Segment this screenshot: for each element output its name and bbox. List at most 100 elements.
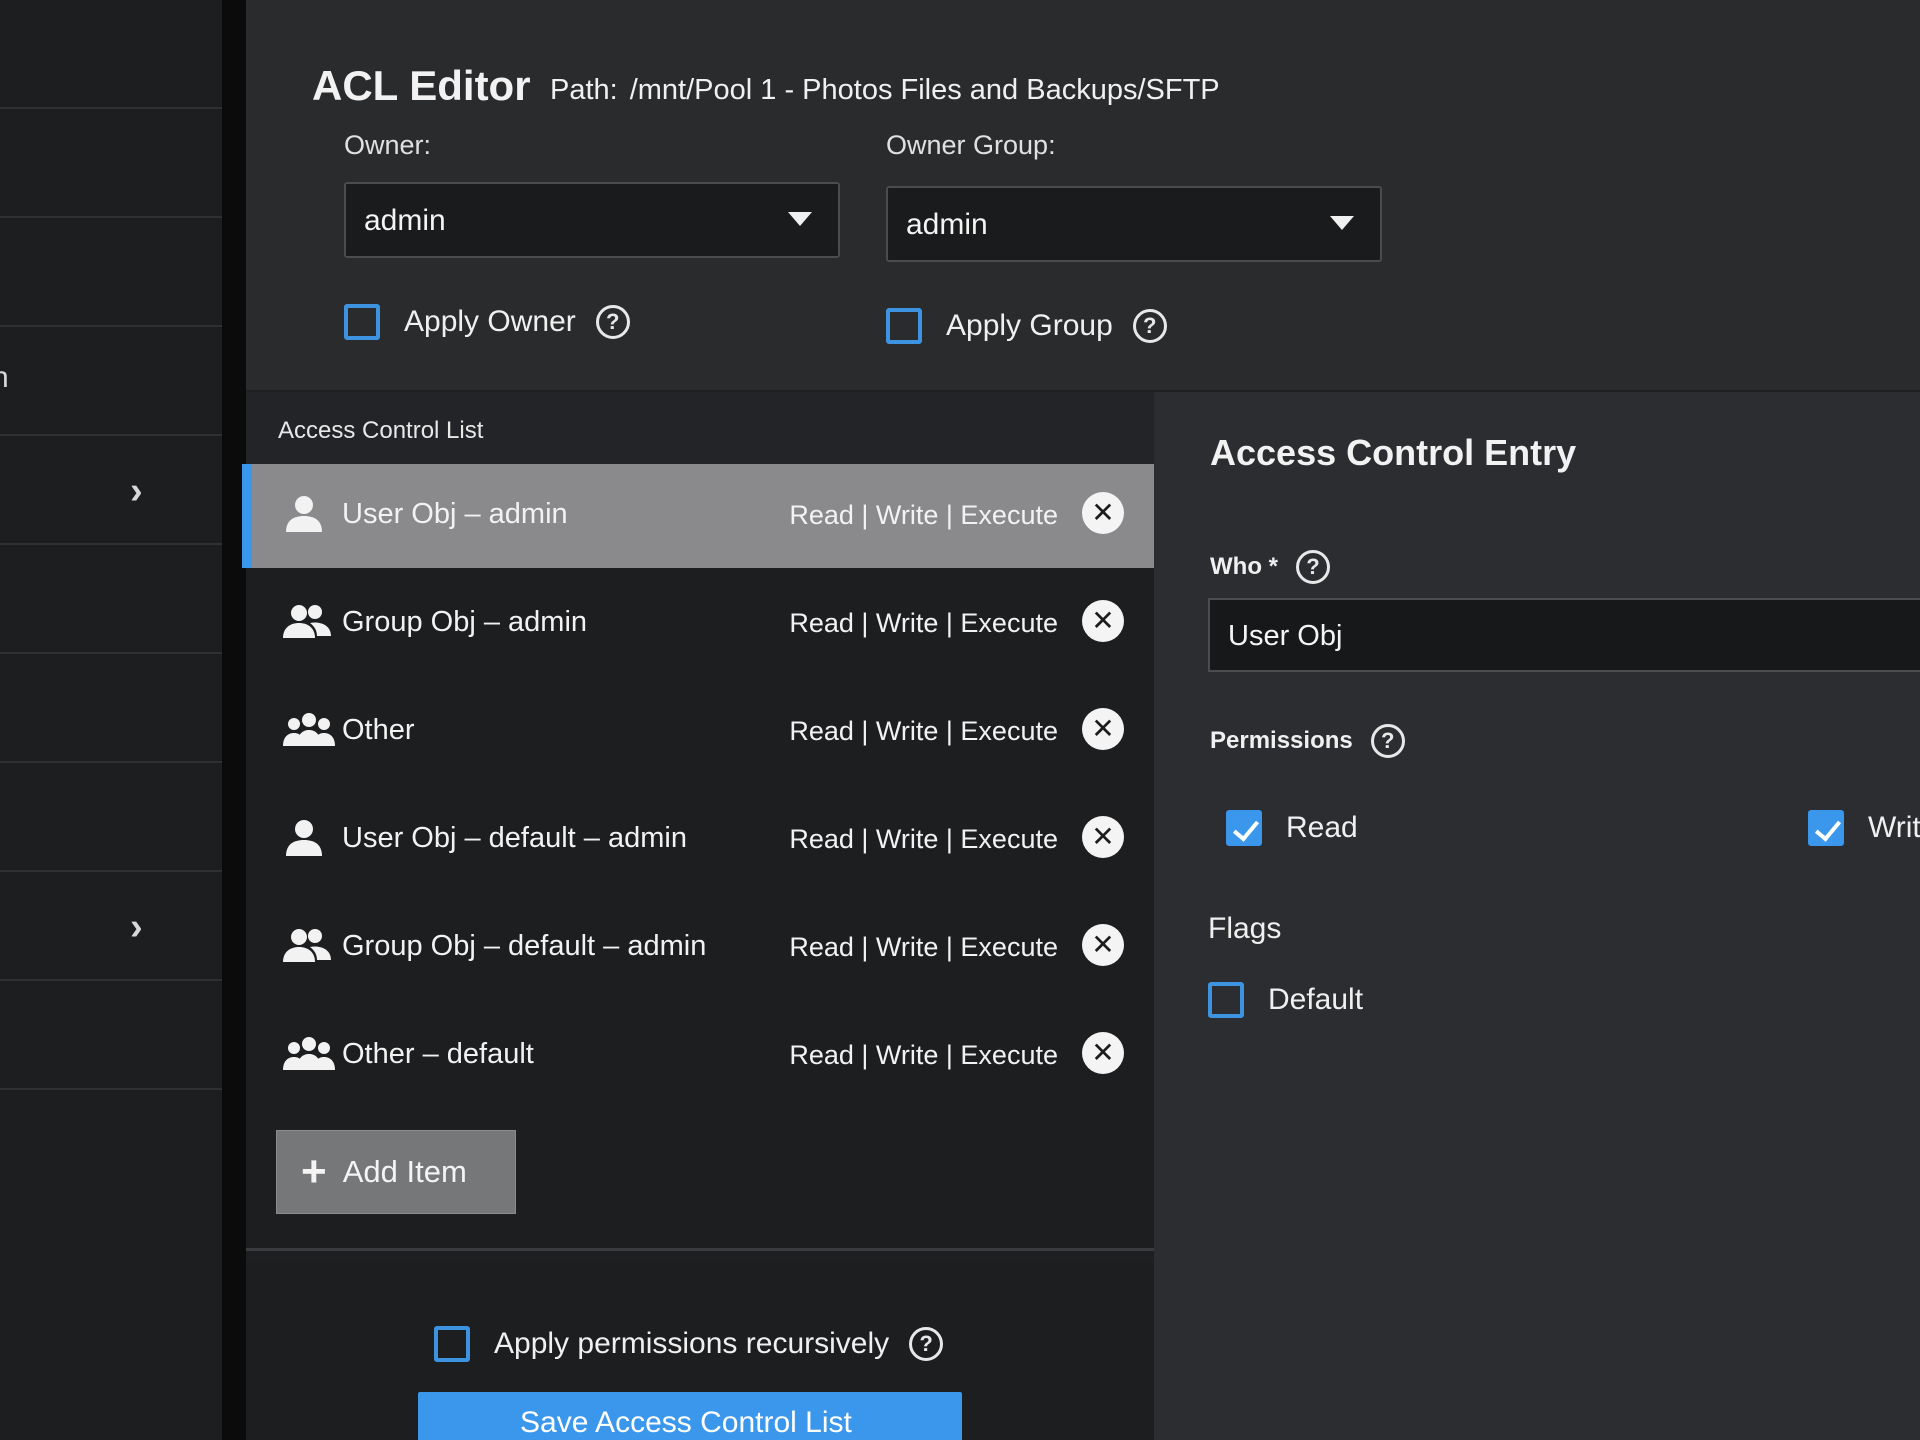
everyone-icon bbox=[282, 710, 335, 750]
perm-read-row: Read bbox=[1226, 810, 1358, 846]
owner-select[interactable]: admin bbox=[344, 182, 840, 258]
divider bbox=[246, 1248, 1154, 1251]
help-icon[interactable]: ? bbox=[1370, 724, 1405, 758]
chevron-right-icon[interactable]: › bbox=[130, 470, 143, 513]
owner-select-value: admin bbox=[364, 204, 446, 237]
remove-item-icon[interactable]: ✕ bbox=[1082, 492, 1124, 534]
caret-down-icon bbox=[1330, 216, 1354, 230]
who-value: User Obj bbox=[1228, 620, 1343, 652]
flag-default-checkbox[interactable] bbox=[1208, 982, 1244, 1018]
acl-item-permissions: Read | Write | Execute bbox=[789, 932, 1058, 962]
group-icon bbox=[282, 926, 331, 966]
who-field-label: Who * ? bbox=[1210, 550, 1330, 584]
selection-indicator bbox=[242, 464, 252, 568]
acl-item-permissions: Read | Write | Execute bbox=[789, 1040, 1058, 1070]
apply-recursive-label: Apply permissions recursively bbox=[494, 1327, 890, 1360]
ownership-panel: ACL Editor Path: /mnt/Pool 1 - Photos Fil… bbox=[246, 0, 1920, 390]
add-item-button[interactable]: + Add Item bbox=[276, 1130, 516, 1214]
owner-group-select-value: admin bbox=[906, 208, 988, 241]
access-control-entry: Access Control Entry Who * ? User Obj Pe… bbox=[1154, 392, 1920, 1440]
acl-item-name: Other bbox=[342, 714, 415, 746]
acl-item-name: Other – default bbox=[342, 1038, 534, 1070]
apply-group-checkbox[interactable] bbox=[886, 308, 922, 344]
help-icon[interactable]: ? bbox=[1295, 550, 1330, 584]
add-item-label: Add Item bbox=[342, 1154, 467, 1189]
plus-icon: + bbox=[301, 1147, 327, 1196]
user-icon bbox=[282, 818, 326, 858]
acl-item-name: Group Obj – admin bbox=[342, 606, 588, 638]
apply-owner-label: Apply Owner bbox=[404, 305, 576, 338]
caret-down-icon bbox=[788, 212, 812, 226]
nav-item-label: n bbox=[0, 361, 9, 394]
chevron-right-icon[interactable]: › bbox=[130, 906, 143, 949]
acl-item-name: User Obj – default – admin bbox=[342, 822, 687, 854]
dataset-path: Path: /mnt/Pool 1 - Photos Files and Back… bbox=[550, 74, 1220, 107]
nav-item[interactable] bbox=[0, 981, 222, 1090]
permissions-field-label: Permissions ? bbox=[1210, 724, 1405, 758]
acl-item[interactable]: User Obj – default – admin Read | Write |… bbox=[246, 788, 1154, 892]
help-icon[interactable]: ? bbox=[909, 1327, 944, 1361]
perm-write-label: Write bbox=[1868, 811, 1920, 844]
user-icon bbox=[282, 494, 326, 534]
group-icon bbox=[282, 602, 331, 642]
acl-item[interactable]: User Obj – admin Read | Write | Execute ✕ bbox=[242, 464, 1154, 568]
everyone-icon bbox=[282, 1034, 335, 1074]
perm-write-checkbox[interactable] bbox=[1808, 810, 1844, 846]
access-control-list: Access Control List User Obj – admin Read… bbox=[242, 392, 1154, 1256]
nav-item[interactable] bbox=[0, 0, 222, 109]
who-select[interactable]: User Obj bbox=[1208, 598, 1920, 672]
acl-item[interactable]: Group Obj – default – admin Read | Write … bbox=[246, 896, 1154, 1000]
acl-header: Access Control List bbox=[246, 392, 1154, 464]
remove-item-icon[interactable]: ✕ bbox=[1082, 708, 1124, 750]
acl-editor: ACL Editor Path: /mnt/Pool 1 - Photos Fil… bbox=[242, 0, 1920, 1440]
apply-owner-checkbox[interactable] bbox=[344, 304, 380, 340]
apply-recursive-checkbox[interactable] bbox=[434, 1326, 470, 1362]
acl-item-permissions: Read | Write | Execute bbox=[789, 608, 1058, 638]
remove-item-icon[interactable]: ✕ bbox=[1082, 816, 1124, 858]
permissions-label: Permissions bbox=[1210, 727, 1353, 754]
nav-item-expandable[interactable]: › bbox=[0, 436, 222, 545]
acl-item[interactable]: Group Obj – admin Read | Write | Execute ✕ bbox=[246, 572, 1154, 676]
save-acl-label: Save Access Control List bbox=[520, 1406, 852, 1439]
acl-header-title: Access Control List bbox=[278, 417, 484, 444]
save-acl-button[interactable]: Save Access Control List bbox=[418, 1392, 962, 1440]
nav-item[interactable] bbox=[0, 109, 222, 218]
side-navigation: n › › bbox=[0, 0, 222, 1440]
perm-read-checkbox[interactable] bbox=[1226, 810, 1262, 846]
page-title: ACL Editor bbox=[312, 62, 531, 109]
acl-item-permissions: Read | Write | Execute bbox=[789, 824, 1058, 854]
who-label: Who * bbox=[1210, 553, 1278, 580]
sidebar-divider bbox=[222, 0, 246, 1440]
flags-label: Flags bbox=[1208, 912, 1282, 945]
acl-item-name: Group Obj – default – admin bbox=[342, 930, 707, 962]
remove-item-icon[interactable]: ✕ bbox=[1082, 1032, 1124, 1074]
owner-group-label: Owner Group: bbox=[886, 130, 1056, 160]
acl-item-name: User Obj – admin bbox=[342, 498, 568, 530]
owner-label: Owner: bbox=[344, 130, 432, 160]
nav-item[interactable] bbox=[0, 218, 222, 327]
acl-item-permissions: Read | Write | Execute bbox=[789, 716, 1058, 746]
remove-item-icon[interactable]: ✕ bbox=[1082, 924, 1124, 966]
flag-default-label: Default bbox=[1268, 983, 1364, 1016]
nav-item[interactable] bbox=[0, 763, 222, 872]
acl-item[interactable]: Other Read | Write | Execute ✕ bbox=[246, 680, 1154, 784]
remove-item-icon[interactable]: ✕ bbox=[1082, 600, 1124, 642]
nav-item[interactable] bbox=[0, 654, 222, 763]
flag-default-row: Default bbox=[1208, 982, 1363, 1018]
ace-title: Access Control Entry bbox=[1210, 432, 1577, 473]
acl-item-permissions: Read | Write | Execute bbox=[789, 500, 1058, 530]
apply-owner-row: Apply Owner ? bbox=[344, 304, 630, 340]
perm-write-row: Write bbox=[1808, 810, 1920, 846]
path-label: Path: bbox=[550, 74, 618, 106]
acl-item[interactable]: Other – default Read | Write | Execute ✕ bbox=[246, 1004, 1154, 1108]
nav-item-expandable[interactable]: › bbox=[0, 872, 222, 981]
perm-read-label: Read bbox=[1286, 811, 1358, 844]
apply-recursive-row: Apply permissions recursively ? bbox=[434, 1326, 944, 1362]
nav-item[interactable] bbox=[0, 545, 222, 654]
apply-group-row: Apply Group ? bbox=[886, 308, 1167, 344]
help-icon[interactable]: ? bbox=[595, 305, 630, 339]
nav-item[interactable]: n bbox=[0, 327, 222, 436]
owner-group-select[interactable]: admin bbox=[886, 186, 1382, 262]
help-icon[interactable]: ? bbox=[1132, 309, 1167, 343]
acl-footer: Apply permissions recursively ? Save Acc… bbox=[246, 1260, 1154, 1440]
